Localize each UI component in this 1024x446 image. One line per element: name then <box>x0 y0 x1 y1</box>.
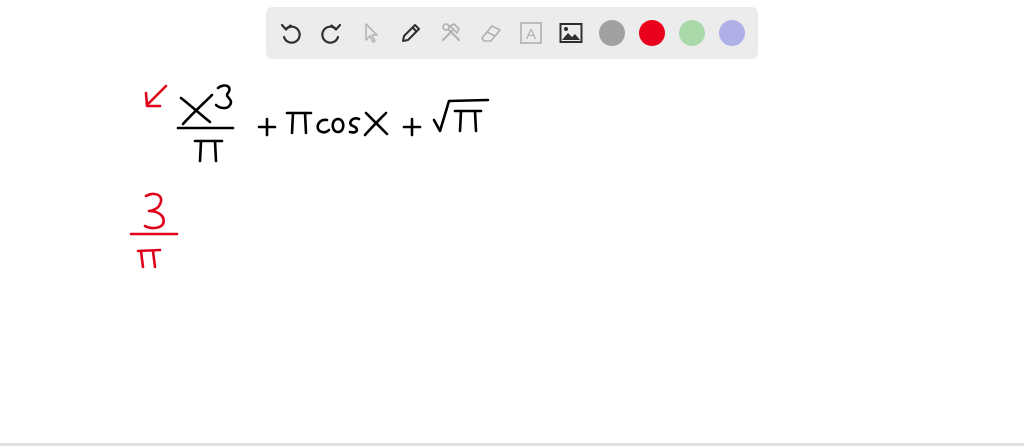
expression-terms <box>257 98 490 137</box>
whiteboard-canvas[interactable]: A <box>0 0 1024 446</box>
handwriting-layer <box>129 84 490 269</box>
red-arrow-stroke <box>144 84 168 108</box>
fraction-x-cubed-over-pi <box>176 84 235 163</box>
red-fraction-three-over-pi <box>129 192 179 269</box>
